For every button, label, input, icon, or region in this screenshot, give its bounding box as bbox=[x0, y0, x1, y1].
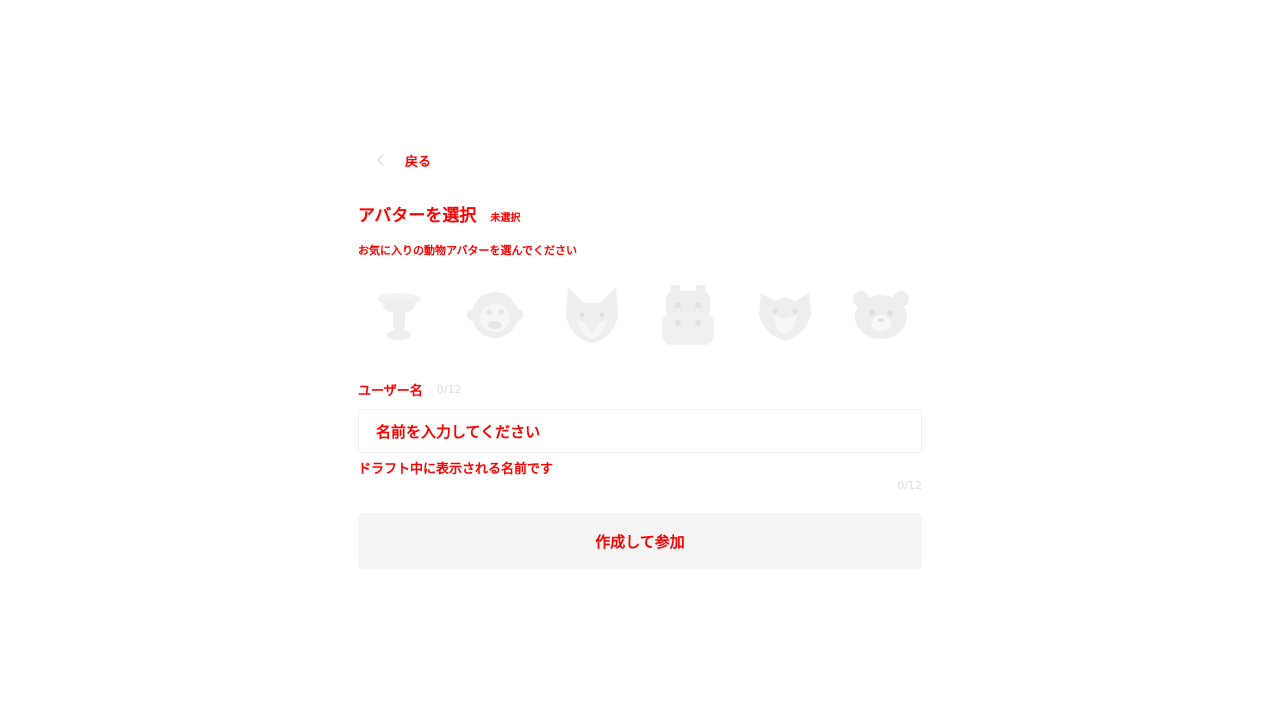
avatar-list bbox=[358, 280, 922, 350]
selection-status: 未選択 bbox=[490, 213, 521, 224]
chevron-left-icon bbox=[372, 151, 390, 169]
page-subtitle: お気に入りの動物アバターを選んでください bbox=[358, 244, 578, 257]
hippo-icon bbox=[662, 285, 715, 345]
avatar-option-monkey[interactable] bbox=[460, 280, 530, 350]
title-row: アバターを選択 未選択 bbox=[358, 201, 922, 226]
create-user-form: 戻る アバターを選択 未選択 お気に入りの動物アバターを選んでください ユーザー… bbox=[358, 145, 922, 569]
avatar-option-cat[interactable] bbox=[557, 280, 627, 350]
monkey-icon bbox=[467, 292, 524, 338]
back-label: 戻る bbox=[405, 154, 432, 170]
wolf-icon bbox=[758, 293, 811, 341]
username-label: ユーザー名 bbox=[358, 384, 423, 399]
avatar-option-bear[interactable] bbox=[846, 280, 916, 350]
cow-icon bbox=[377, 293, 421, 340]
back-button[interactable]: 戻る bbox=[372, 145, 922, 175]
avatar-option-cow[interactable] bbox=[364, 280, 434, 350]
create-and-join-button[interactable]: 作成して参加 bbox=[358, 513, 922, 569]
cat-icon bbox=[565, 287, 618, 343]
username-char-counter: 0/12 bbox=[897, 479, 922, 492]
bear-icon bbox=[852, 291, 909, 339]
avatar-option-wolf[interactable] bbox=[750, 280, 820, 350]
username-helper-text: ドラフト中に表示される名前です bbox=[358, 462, 554, 477]
username-count-badge: 0/12 bbox=[436, 383, 462, 396]
page-title: アバターを選択 bbox=[358, 206, 477, 226]
username-label-row: ユーザー名 0/12 bbox=[358, 380, 922, 399]
avatar-option-hippo[interactable] bbox=[653, 280, 723, 350]
username-input[interactable]: 名前を入力してください bbox=[358, 409, 922, 453]
